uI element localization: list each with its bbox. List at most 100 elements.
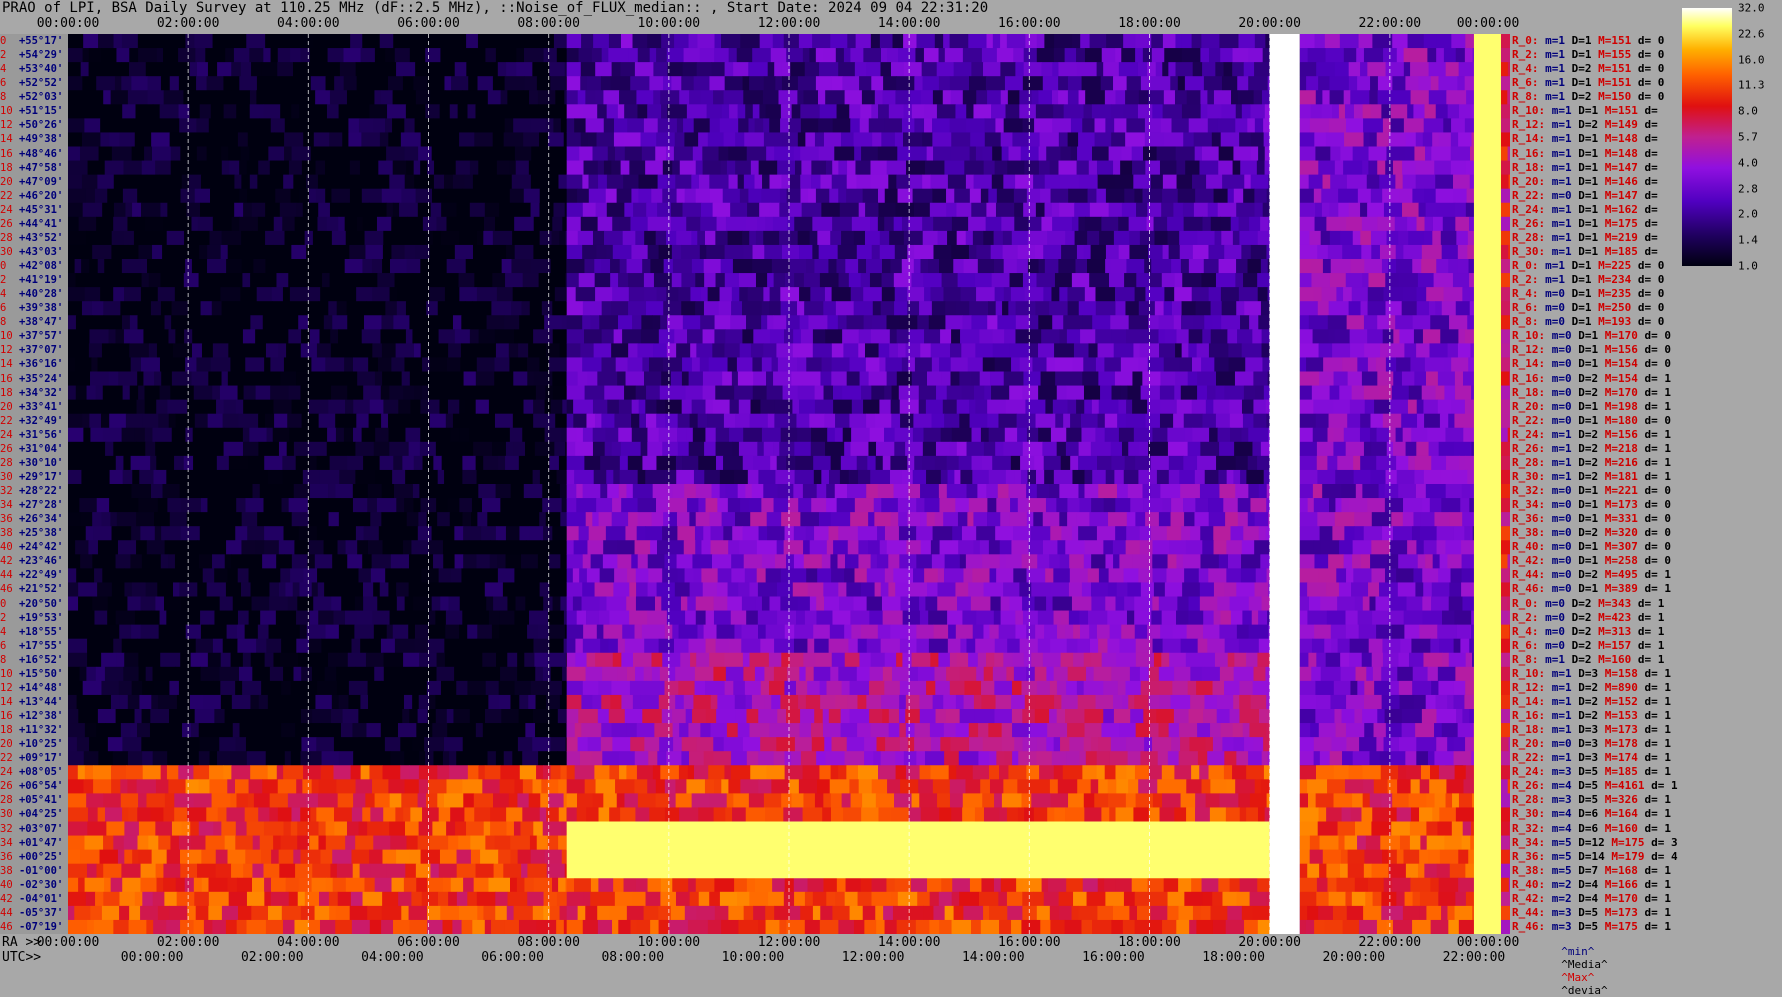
- heatmap-cell: [251, 202, 266, 218]
- heatmap-cell: [705, 399, 714, 415]
- heatmap-cell: [486, 315, 505, 330]
- heatmap-cell: [799, 315, 809, 330]
- declination-label: 10 +37°57': [0, 329, 68, 343]
- heatmap-cell: [452, 174, 465, 190]
- heatmap-cell: [372, 610, 391, 626]
- top-axis-tick-label: 08:00:00: [517, 16, 580, 31]
- heatmap-cell: [1040, 371, 1056, 387]
- heatmap-cell: [140, 259, 148, 274]
- heatmap-cell: [745, 216, 758, 232]
- heatmap-cell: [839, 202, 860, 218]
- row-declination: +18°55': [18, 625, 64, 638]
- heatmap-cell: [735, 132, 745, 147]
- heatmap-cell: [250, 273, 258, 288]
- heatmap-cell: [200, 498, 208, 513]
- heatmap-cell: [1168, 455, 1184, 471]
- row-declination: +53°40': [18, 63, 64, 76]
- heatmap-cell: [93, 765, 112, 780]
- heatmap-cell: [1220, 132, 1240, 147]
- heatmap-cell: [358, 737, 366, 752]
- heatmap-cell: [644, 371, 662, 387]
- heatmap-cell: [548, 624, 566, 640]
- heatmap-cell: [136, 779, 157, 794]
- heatmap-cell: [420, 259, 439, 274]
- heatmap-cell: [914, 244, 934, 260]
- heatmap-cell: [695, 484, 713, 499]
- heatmap-cell: [265, 202, 281, 218]
- heatmap-cell: [80, 512, 93, 527]
- heatmap-cell: [408, 905, 428, 921]
- heatmap-cell: [776, 343, 794, 358]
- heatmap-cell: [835, 413, 850, 429]
- heatmap-cell: [286, 343, 302, 358]
- heatmap-cell: [344, 202, 361, 218]
- heatmap-cell: [1041, 329, 1061, 344]
- heatmap-cell: [984, 385, 992, 401]
- heatmap-cell: [352, 723, 367, 738]
- heatmap-cell: [750, 160, 760, 176]
- heatmap-cell: [566, 484, 577, 499]
- heatmap-cell: [500, 512, 521, 527]
- heatmap-cell: [761, 357, 773, 372]
- heatmap-cell: [749, 230, 757, 246]
- heatmap-cell: [562, 399, 568, 415]
- heatmap-cell: [763, 118, 770, 133]
- heatmap-cell: [198, 779, 210, 794]
- heatmap-cell: [455, 694, 476, 710]
- heatmap-cell: [230, 357, 246, 372]
- heatmap-cell: [629, 610, 648, 626]
- heatmap-cell: [1197, 230, 1216, 246]
- heatmap-cell: [1144, 259, 1152, 274]
- heatmap-cell: [105, 723, 116, 738]
- heatmap-cell: [695, 610, 707, 626]
- heatmap-cell: [676, 512, 690, 527]
- heatmap-cell: [360, 765, 370, 780]
- heatmap-cell: [160, 554, 169, 569]
- heatmap-cell: [309, 104, 328, 119]
- heatmap-cell: [588, 526, 607, 541]
- heatmap-cell: [1104, 413, 1118, 429]
- heatmap-cell: [452, 413, 468, 429]
- heatmap-cell: [1022, 385, 1039, 401]
- heatmap-cell: [1136, 273, 1151, 288]
- row-index: 30: [0, 470, 19, 483]
- heatmap-cell: [886, 371, 898, 387]
- heatmap-cell: [951, 132, 971, 147]
- heatmap-cell: [1083, 385, 1101, 401]
- heatmap-cell: [914, 118, 925, 133]
- heatmap-cell: [460, 343, 477, 358]
- heatmap-cell: [68, 498, 80, 513]
- heatmap-cell: [939, 259, 954, 274]
- heatmap-cell: [68, 863, 88, 879]
- heatmap-cell: [963, 259, 979, 274]
- heatmap-cell: [520, 512, 540, 527]
- heatmap-cell: [183, 751, 200, 766]
- heatmap-cell: [344, 371, 358, 387]
- heatmap-cell: [552, 329, 568, 344]
- heatmap-cell: [1013, 48, 1025, 63]
- heatmap-cell: [563, 638, 568, 654]
- heatmap-cell: [797, 301, 805, 316]
- heatmap-cell: [213, 540, 227, 555]
- heatmap-cell: [68, 385, 77, 401]
- heatmap-cell: [1063, 413, 1071, 429]
- heatmap-cell: [1103, 498, 1116, 513]
- heatmap-cell: [612, 244, 632, 260]
- heatmap-cell: [566, 343, 581, 358]
- declination-label: 20 +47°09': [0, 175, 68, 189]
- row-declination: +39°38': [18, 302, 64, 315]
- row-index: 42: [0, 892, 19, 905]
- heatmap-cell: [749, 582, 759, 597]
- heatmap-cell: [1213, 188, 1229, 204]
- heatmap-cell: [542, 821, 562, 837]
- heatmap-cell: [317, 582, 325, 597]
- heatmap-cell: [856, 455, 868, 471]
- heatmap-cell: [1052, 399, 1069, 415]
- heatmap-cell: [803, 273, 821, 288]
- heatmap-cell: [212, 343, 229, 358]
- heatmap-cell: [220, 244, 229, 260]
- heatmap-cell: [103, 863, 122, 879]
- heatmap-cell: [146, 174, 160, 190]
- heatmap-cell: [97, 357, 113, 372]
- heatmap-cell: [404, 146, 419, 162]
